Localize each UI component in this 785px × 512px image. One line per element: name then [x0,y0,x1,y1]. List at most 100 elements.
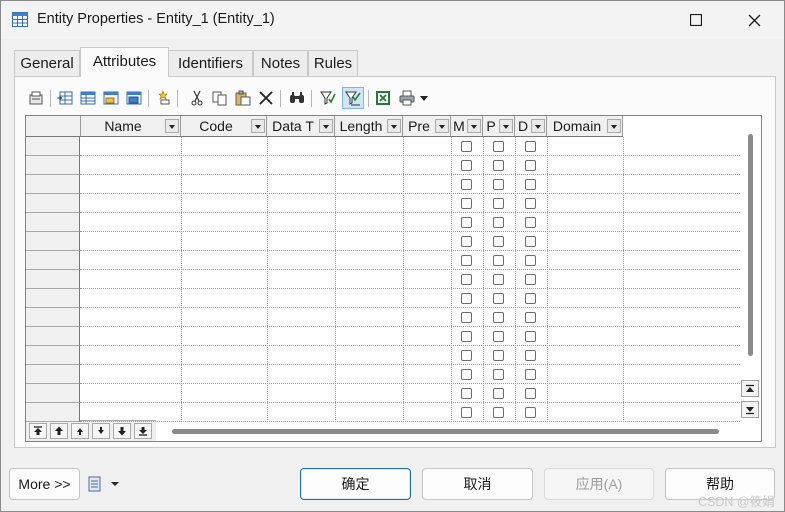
primary-checkbox[interactable] [493,217,504,228]
mandatory-checkbox[interactable] [461,407,472,418]
column-header-code[interactable]: Code [181,116,267,137]
horizontal-scrollbar[interactable] [172,429,719,434]
tab-notes[interactable]: Notes [253,50,308,76]
column-header-name[interactable]: Name [81,116,181,137]
primary-checkbox[interactable] [493,388,504,399]
row-header[interactable] [26,137,80,156]
displayed-checkbox[interactable] [525,141,536,152]
column-dropdown-data-type[interactable] [319,119,333,133]
mandatory-checkbox[interactable] [461,369,472,380]
row-header[interactable] [26,308,80,327]
displayed-checkbox[interactable] [525,217,536,228]
excel-export-icon[interactable] [373,88,393,108]
column-dropdown-name[interactable] [165,119,179,133]
primary-checkbox[interactable] [493,179,504,190]
mandatory-checkbox[interactable] [461,198,472,209]
ok-button[interactable]: 确定 [300,468,411,500]
add-attributes-icon[interactable] [101,88,121,108]
insert-row-icon[interactable] [55,88,75,108]
row-header[interactable] [26,251,80,270]
displayed-checkbox[interactable] [525,312,536,323]
find-icon[interactable] [287,88,307,108]
row-header[interactable] [26,213,80,232]
column-header-domain[interactable]: Domain [547,116,623,137]
displayed-checkbox[interactable] [525,179,536,190]
primary-checkbox[interactable] [493,198,504,209]
cut-icon[interactable] [187,88,207,108]
mandatory-checkbox[interactable] [461,293,472,304]
mandatory-checkbox[interactable] [461,331,472,342]
column-header-mandatory[interactable]: M [451,116,483,137]
row-header[interactable] [26,270,80,289]
mandatory-checkbox[interactable] [461,388,472,399]
primary-checkbox[interactable] [493,407,504,418]
primary-checkbox[interactable] [493,293,504,304]
new-attribute-icon[interactable] [153,88,173,108]
column-header-length[interactable]: Length [335,116,403,137]
primary-checkbox[interactable] [493,274,504,285]
apply-button[interactable]: 应用(A) [544,468,654,500]
tab-identifiers[interactable]: Identifiers [168,50,253,76]
column-dropdown-primary[interactable] [499,119,513,133]
attributes-grid[interactable]: Name Code Data T Length Pre M P D Domain [25,115,762,442]
row-header[interactable] [26,403,80,422]
scroll-bottom-button[interactable] [741,401,759,418]
row-header[interactable] [26,289,80,308]
row-header[interactable] [26,232,80,251]
column-header-data-type[interactable]: Data T [267,116,335,137]
primary-checkbox[interactable] [493,312,504,323]
displayed-checkbox[interactable] [525,198,536,209]
replace-attributes-icon[interactable] [124,88,144,108]
displayed-checkbox[interactable] [525,350,536,361]
column-dropdown-displayed[interactable] [531,119,545,133]
displayed-checkbox[interactable] [525,236,536,247]
add-row-icon[interactable] [78,88,98,108]
column-header-primary[interactable]: P [483,116,515,137]
tab-rules[interactable]: Rules [308,50,358,76]
mandatory-checkbox[interactable] [461,350,472,361]
column-dropdown-domain[interactable] [607,119,621,133]
column-header-precision[interactable]: Pre [403,116,451,137]
tab-attributes[interactable]: Attributes [80,47,169,77]
row-header[interactable] [26,156,80,175]
move-to-bottom-button[interactable] [134,423,152,439]
row-header[interactable] [26,175,80,194]
copy-icon[interactable] [210,88,230,108]
row-header[interactable] [26,346,80,365]
column-dropdown-code[interactable] [251,119,265,133]
print-icon[interactable] [397,88,417,108]
cancel-button[interactable]: 取消 [422,468,533,500]
move-to-top-button[interactable] [29,423,47,439]
primary-checkbox[interactable] [493,369,504,380]
displayed-checkbox[interactable] [525,274,536,285]
mandatory-checkbox[interactable] [461,312,472,323]
primary-checkbox[interactable] [493,331,504,342]
primary-checkbox[interactable] [493,350,504,361]
column-header-displayed[interactable]: D [515,116,547,137]
primary-checkbox[interactable] [493,141,504,152]
paste-icon[interactable] [233,88,253,108]
row-header[interactable] [26,327,80,346]
tab-general[interactable]: General [14,50,80,76]
scroll-top-button[interactable] [741,380,759,397]
properties-icon[interactable] [26,88,46,108]
move-up-page-button[interactable] [50,423,68,439]
mandatory-checkbox[interactable] [461,160,472,171]
mandatory-checkbox[interactable] [461,274,472,285]
column-dropdown-precision[interactable] [435,119,449,133]
displayed-checkbox[interactable] [525,255,536,266]
dropdown-arrow-icon[interactable] [418,88,430,108]
mandatory-checkbox[interactable] [461,255,472,266]
mandatory-checkbox[interactable] [461,217,472,228]
vertical-scrollbar[interactable] [748,134,753,356]
displayed-checkbox[interactable] [525,293,536,304]
displayed-checkbox[interactable] [525,369,536,380]
primary-checkbox[interactable] [493,236,504,247]
displayed-checkbox[interactable] [525,160,536,171]
displayed-checkbox[interactable] [525,388,536,399]
displayed-checkbox[interactable] [525,407,536,418]
filter-icon[interactable] [318,88,338,108]
primary-checkbox[interactable] [493,255,504,266]
column-dropdown-mandatory[interactable] [467,119,481,133]
mandatory-checkbox[interactable] [461,236,472,247]
